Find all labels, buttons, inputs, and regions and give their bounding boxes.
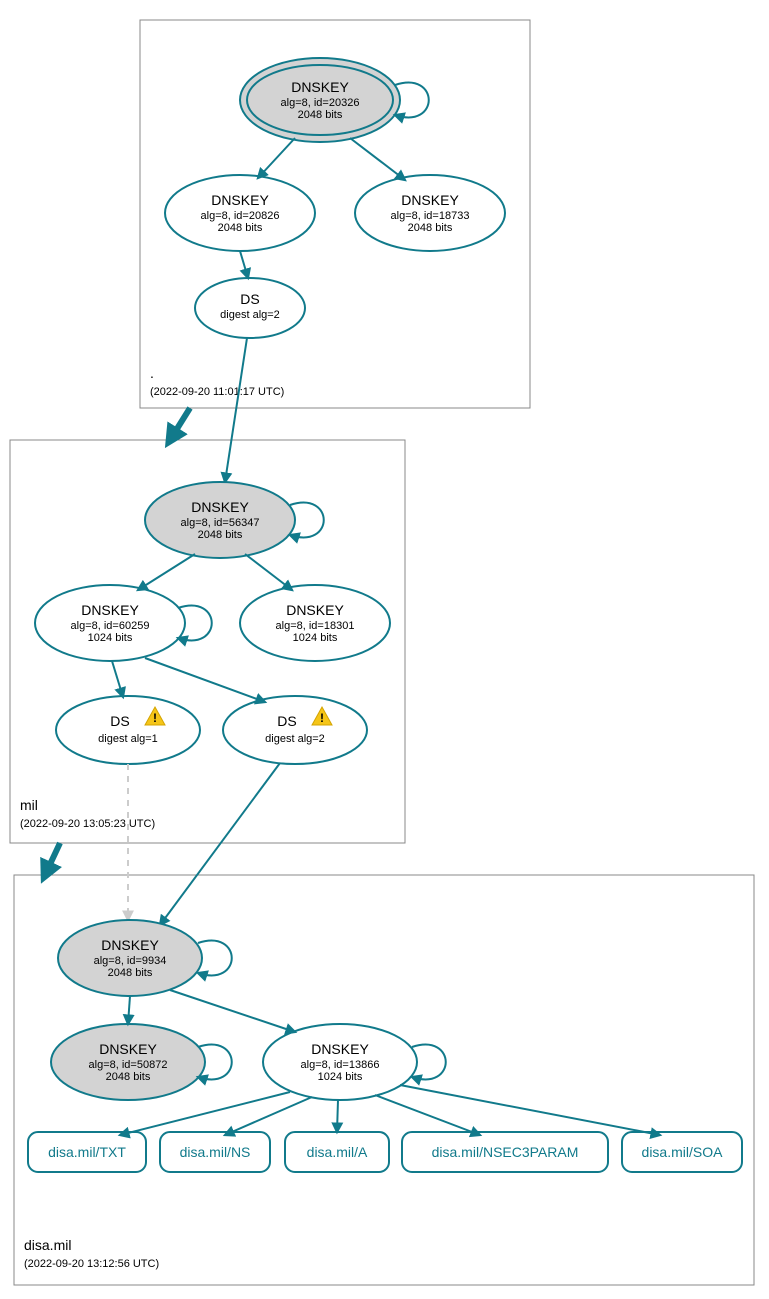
svg-text:DNSKEY: DNSKEY xyxy=(211,192,269,208)
node-mil-zsk1: DNSKEY alg=8, id=60259 1024 bits xyxy=(35,585,185,661)
edge-milksk-zsk2 xyxy=(245,554,292,590)
svg-text:2048 bits: 2048 bits xyxy=(218,222,263,234)
edge-rootksk-zsk2 xyxy=(350,138,405,180)
rr-soa: disa.mil/SOA xyxy=(622,1132,742,1172)
edge-zsk2-ns xyxy=(225,1097,312,1135)
node-root-ds: DS digest alg=2 xyxy=(195,278,305,338)
svg-text:DNSKEY: DNSKEY xyxy=(191,499,249,515)
rr-ns: disa.mil/NS xyxy=(160,1132,270,1172)
svg-text:DNSKEY: DNSKEY xyxy=(311,1041,369,1057)
svg-text:DNSKEY: DNSKEY xyxy=(286,602,344,618)
svg-text:alg=8, id=56347: alg=8, id=56347 xyxy=(181,517,260,529)
svg-text:alg=8, id=60259: alg=8, id=60259 xyxy=(71,620,150,632)
svg-text:2048 bits: 2048 bits xyxy=(298,109,343,121)
edge-disaksk-self xyxy=(198,941,232,976)
svg-text:digest alg=2: digest alg=2 xyxy=(220,309,280,321)
svg-text:disa.mil/A: disa.mil/A xyxy=(307,1144,368,1160)
edge-disaksk-zsk1 xyxy=(128,996,130,1024)
edge-zsk2-soa xyxy=(400,1085,660,1135)
svg-text:DNSKEY: DNSKEY xyxy=(81,602,139,618)
svg-text:DNSKEY: DNSKEY xyxy=(291,79,349,95)
edge-rootds-milksk xyxy=(225,338,247,482)
node-root-zsk1: DNSKEY alg=8, id=20826 2048 bits xyxy=(165,175,315,251)
svg-text:disa.mil/NSEC3PARAM: disa.mil/NSEC3PARAM xyxy=(432,1144,579,1160)
edge-milksk-zsk1 xyxy=(138,554,195,590)
edge-mil-to-disa-zone xyxy=(45,843,60,875)
edge-rootksk-zsk1 xyxy=(258,138,295,178)
svg-text:DNSKEY: DNSKEY xyxy=(401,192,459,208)
svg-text:alg=8, id=18301: alg=8, id=18301 xyxy=(276,620,355,632)
svg-text:1024 bits: 1024 bits xyxy=(293,632,338,644)
edge-zsk2-nsec3 xyxy=(375,1095,480,1135)
svg-text:disa.mil/SOA: disa.mil/SOA xyxy=(642,1144,724,1160)
node-disa-ksk: DNSKEY alg=8, id=9934 2048 bits xyxy=(58,920,202,996)
svg-text:alg=8, id=20326: alg=8, id=20326 xyxy=(281,97,360,109)
svg-text:1024 bits: 1024 bits xyxy=(318,1071,363,1083)
svg-text:DS: DS xyxy=(240,291,259,307)
edge-milzsk1-ds1 xyxy=(112,661,123,697)
svg-text:alg=8, id=13866: alg=8, id=13866 xyxy=(301,1059,380,1071)
svg-text:alg=8, id=9934: alg=8, id=9934 xyxy=(94,955,167,967)
svg-text:digest alg=1: digest alg=1 xyxy=(98,733,158,745)
node-disa-zsk1: DNSKEY alg=8, id=50872 2048 bits xyxy=(51,1024,205,1100)
zone-ts-root: (2022-09-20 11:01:17 UTC) xyxy=(150,386,284,398)
node-root-zsk2: DNSKEY alg=8, id=18733 2048 bits xyxy=(355,175,505,251)
svg-text:alg=8, id=50872: alg=8, id=50872 xyxy=(89,1059,168,1071)
svg-text:!: ! xyxy=(153,711,157,725)
svg-text:digest alg=2: digest alg=2 xyxy=(265,733,325,745)
svg-text:DS: DS xyxy=(110,713,129,729)
svg-text:2048 bits: 2048 bits xyxy=(108,967,153,979)
svg-text:DS: DS xyxy=(277,713,296,729)
node-mil-zsk2: DNSKEY alg=8, id=18301 1024 bits xyxy=(240,585,390,661)
svg-text:!: ! xyxy=(320,711,324,725)
edge-root-to-mil-zone xyxy=(170,408,190,440)
svg-text:disa.mil/TXT: disa.mil/TXT xyxy=(48,1144,126,1160)
svg-text:2048 bits: 2048 bits xyxy=(408,222,453,234)
node-mil-ds2: DS digest alg=2 ! xyxy=(223,696,367,764)
svg-text:2048 bits: 2048 bits xyxy=(198,529,243,541)
svg-text:alg=8, id=18733: alg=8, id=18733 xyxy=(391,210,470,222)
zone-ts-mil: (2022-09-20 13:05:23 UTC) xyxy=(20,818,155,830)
zone-ts-disa: (2022-09-20 13:12:56 UTC) xyxy=(24,1258,159,1270)
edge-rootzsk1-ds xyxy=(240,251,248,278)
edge-disaksk-zsk2 xyxy=(170,990,295,1032)
node-mil-ksk: DNSKEY alg=8, id=56347 2048 bits xyxy=(145,482,295,558)
node-disa-zsk2: DNSKEY alg=8, id=13866 1024 bits xyxy=(263,1024,417,1100)
zone-label-disa: disa.mil xyxy=(24,1237,71,1253)
svg-text:2048 bits: 2048 bits xyxy=(106,1071,151,1083)
dnssec-chain-diagram: . (2022-09-20 11:01:17 UTC) DNSKEY alg=8… xyxy=(0,0,769,1299)
zone-label-mil: mil xyxy=(20,797,38,813)
edge-milds2-disaksk xyxy=(160,763,280,925)
node-root-ksk: DNSKEY alg=8, id=20326 2048 bits xyxy=(240,58,400,142)
svg-text:1024 bits: 1024 bits xyxy=(88,632,133,644)
rr-nsec3param: disa.mil/NSEC3PARAM xyxy=(402,1132,608,1172)
node-mil-ds1: DS digest alg=1 ! xyxy=(56,696,200,764)
rr-txt: disa.mil/TXT xyxy=(28,1132,146,1172)
edge-zsk2-a xyxy=(337,1100,338,1132)
svg-text:DNSKEY: DNSKEY xyxy=(101,937,159,953)
edge-milzsk1-ds2 xyxy=(145,658,265,702)
svg-text:disa.mil/NS: disa.mil/NS xyxy=(180,1144,251,1160)
svg-text:DNSKEY: DNSKEY xyxy=(99,1041,157,1057)
svg-text:alg=8, id=20826: alg=8, id=20826 xyxy=(201,210,280,222)
zone-label-root: . xyxy=(150,365,154,381)
rr-a: disa.mil/A xyxy=(285,1132,389,1172)
